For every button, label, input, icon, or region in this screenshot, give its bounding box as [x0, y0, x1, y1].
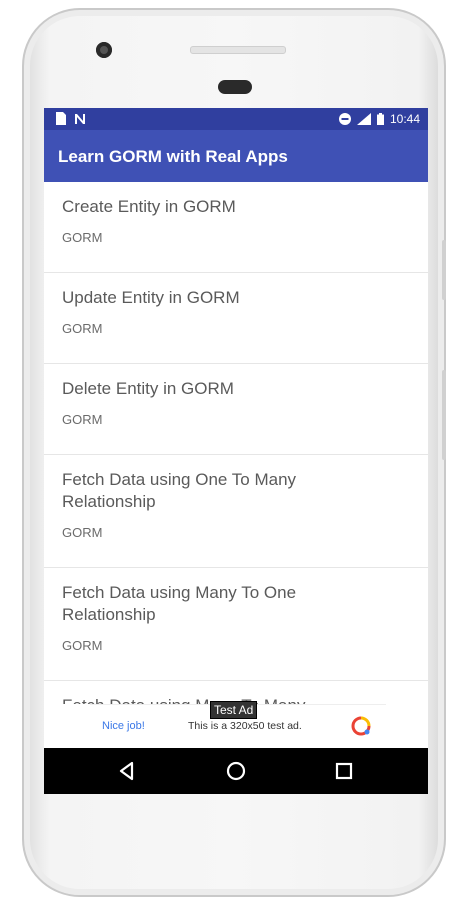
app-bar: Learn GORM with Real Apps	[44, 130, 428, 182]
ad-description[interactable]: This is a 320x50 test ad.	[188, 720, 302, 732]
notification-n-icon	[75, 113, 85, 124]
list-item[interactable]: Delete Entity in GORM GORM	[44, 364, 428, 455]
recents-icon[interactable]	[331, 758, 357, 784]
list-item-title: Delete Entity in GORM	[62, 379, 234, 398]
list-item[interactable]: Update Entity in GORM GORM	[44, 273, 428, 364]
ad-nice-text[interactable]: Nice job!	[102, 720, 145, 732]
app-title: Learn GORM with Real Apps	[58, 147, 288, 166]
list-item-title: Fetch Data using One To Many Relationshi…	[62, 470, 297, 511]
list-item-subtitle: GORM	[62, 230, 103, 245]
ad-tag: Test Ad	[210, 701, 258, 719]
list-item-subtitle: GORM	[62, 525, 103, 540]
back-icon[interactable]	[114, 758, 140, 784]
list-item-subtitle: GORM	[62, 638, 103, 653]
battery-icon	[376, 113, 384, 125]
list-item-subtitle: GORM	[62, 321, 103, 336]
signal-icon	[356, 113, 371, 125]
list-item[interactable]: Fetch Data using One To Many Relationshi…	[44, 455, 428, 568]
dnd-icon	[338, 113, 351, 125]
home-icon[interactable]	[223, 758, 249, 784]
speaker-slot	[190, 46, 286, 54]
front-camera	[96, 42, 112, 58]
power-button	[442, 240, 446, 300]
list-item-subtitle: GORM	[62, 412, 103, 427]
screen: 10:44 Learn GORM with Real Apps Create E…	[44, 108, 428, 794]
list-item[interactable]: Fetch Data using Many To One Relationshi…	[44, 568, 428, 681]
status-time: 10:44	[389, 112, 420, 126]
tutorial-list[interactable]: Create Entity in GORM GORM Update Entity…	[44, 182, 428, 704]
earpiece	[218, 80, 252, 94]
list-item[interactable]: Create Entity in GORM GORM	[44, 182, 428, 273]
ad-banner[interactable]: Test Ad Nice job! This is a 320x50 test …	[90, 701, 386, 749]
list-item-title: Fetch Data using Many To One Relationshi…	[62, 583, 297, 624]
sim-icon	[56, 112, 66, 125]
volume-button	[442, 370, 446, 460]
list-item-title: Create Entity in GORM	[62, 197, 236, 216]
list-item-title: Update Entity in GORM	[62, 288, 240, 307]
admob-logo-icon[interactable]	[350, 715, 372, 737]
nav-bar	[44, 748, 428, 794]
status-bar: 10:44	[44, 108, 428, 130]
